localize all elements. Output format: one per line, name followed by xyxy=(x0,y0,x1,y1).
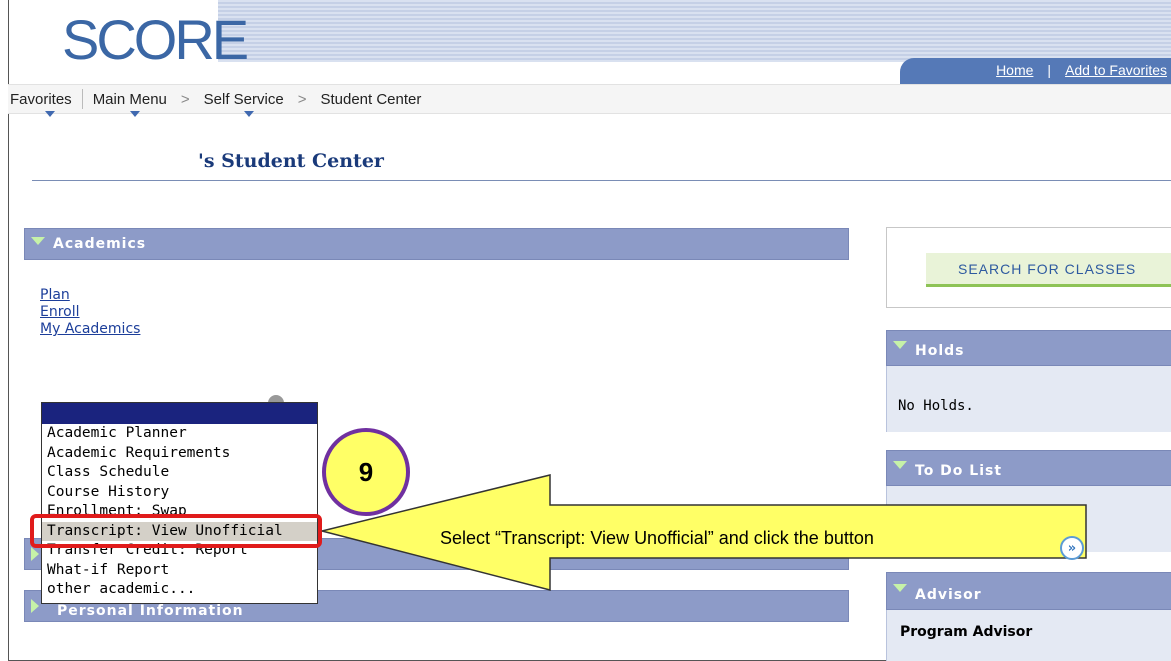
callout-arrow xyxy=(321,474,1087,591)
step-number-badge: 9 xyxy=(322,428,410,516)
go-button-icon[interactable]: » xyxy=(1060,536,1084,560)
callout-instruction: Select “Transcript: View Unofficial” and… xyxy=(440,528,874,548)
